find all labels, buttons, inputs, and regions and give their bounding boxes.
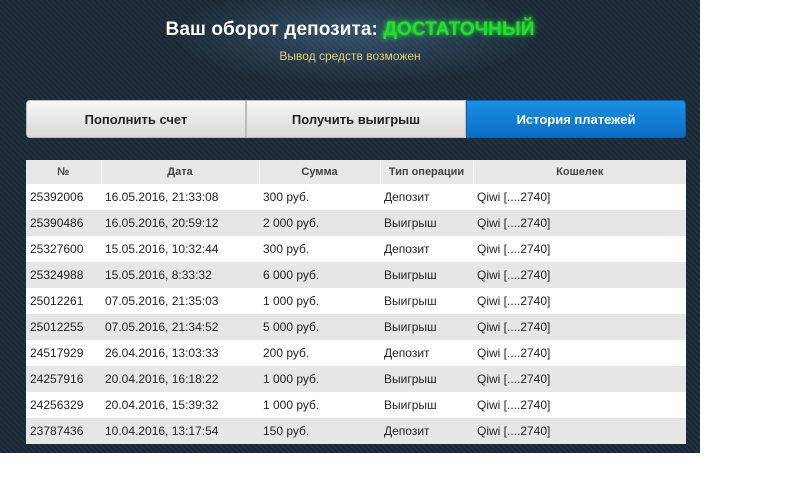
cell-number: 25327600: [26, 236, 101, 262]
table-row: 25324988 15.05.2016, 8:33:32 6 000 руб. Выи…: [26, 262, 686, 288]
tab-deposit[interactable]: Пополнить счет: [26, 100, 246, 138]
cell-date: 10.04.2016, 13:17:54: [101, 418, 259, 444]
column-header-date: Дата: [100, 160, 259, 184]
cell-operation-type: Депозит: [380, 418, 473, 444]
cell-wallet: Qiwi [....2740]: [473, 392, 686, 418]
cell-date: 20.04.2016, 16:18:22: [101, 366, 259, 392]
cell-wallet: Qiwi [....2740]: [473, 288, 686, 314]
cell-operation-type: Выигрыш: [380, 392, 473, 418]
cell-date: 16.05.2016, 20:59:12: [101, 210, 259, 236]
cell-amount: 5 000 руб.: [259, 314, 380, 340]
column-header-amount: Сумма: [258, 160, 380, 184]
cell-operation-type: Выигрыш: [380, 288, 473, 314]
cell-number: 24256329: [26, 392, 101, 418]
payment-history-table: № Дата Сумма Тип операции Кошелек 253920…: [26, 160, 686, 444]
cell-number: 25012261: [26, 288, 101, 314]
cell-amount: 300 руб.: [259, 184, 380, 210]
cell-wallet: Qiwi [....2740]: [473, 210, 686, 236]
cell-number: 25324988: [26, 262, 101, 288]
payment-history-panel: Ваш оборот депозита: ДОСТАТОЧНЫЙ Вывод с…: [0, 0, 700, 453]
cell-date: 26.04.2016, 13:03:33: [101, 340, 259, 366]
cell-amount: 2 000 руб.: [259, 210, 380, 236]
tab-payment-history[interactable]: История платежей: [466, 100, 686, 138]
cell-number: 24517929: [26, 340, 101, 366]
title-text: Ваш оборот депозита:: [165, 19, 378, 40]
payment-history-table-wrap: № Дата Сумма Тип операции Кошелек 253920…: [26, 160, 686, 444]
column-header-number: №: [26, 160, 101, 184]
table-header-row: № Дата Сумма Тип операции Кошелек: [26, 160, 686, 184]
cell-date: 20.04.2016, 15:39:32: [101, 392, 259, 418]
cell-number: 24257916: [26, 366, 101, 392]
withdrawal-status-subtitle: Вывод средств возможен: [279, 49, 421, 63]
table-body: 25392006 16.05.2016, 21:33:08 300 руб. Депо…: [26, 184, 686, 444]
deposit-turnover-header: Ваш оборот депозита: ДОСТАТОЧНЫЙ Вывод с…: [0, 0, 700, 75]
cell-wallet: Qiwi [....2740]: [473, 236, 686, 262]
cell-date: 15.05.2016, 8:33:32: [101, 262, 259, 288]
cell-operation-type: Выигрыш: [380, 262, 473, 288]
cell-operation-type: Депозит: [380, 184, 473, 210]
cell-amount: 6 000 руб.: [259, 262, 380, 288]
cell-amount: 200 руб.: [259, 340, 380, 366]
cell-amount: 1 000 руб.: [259, 392, 380, 418]
status-text: ДОСТАТОЧНЫЙ: [383, 19, 535, 40]
table-row: 24517929 26.04.2016, 13:03:33 200 руб. Депо…: [26, 340, 686, 366]
cell-amount: 150 руб.: [259, 418, 380, 444]
cell-wallet: Qiwi [....2740]: [473, 314, 686, 340]
page-title: Ваш оборот депозита: ДОСТАТОЧНЫЙ: [0, 19, 700, 41]
cell-wallet: Qiwi [....2740]: [473, 340, 686, 366]
cell-number: 25012255: [26, 314, 101, 340]
cell-amount: 1 000 руб.: [259, 288, 380, 314]
cell-wallet: Qiwi [....2740]: [473, 418, 686, 444]
table-row: 25390486 16.05.2016, 20:59:12 2 000 руб. Вы…: [26, 210, 686, 236]
cell-operation-type: Выигрыш: [380, 366, 473, 392]
cell-date: 15.05.2016, 10:32:44: [101, 236, 259, 262]
cell-number: 25390486: [26, 210, 101, 236]
table-row: 25392006 16.05.2016, 21:33:08 300 руб. Депо…: [26, 184, 686, 210]
cell-amount: 300 руб.: [259, 236, 380, 262]
tab-bar: Пополнить счет Получить выигрыш История …: [26, 100, 686, 138]
table-row: 24257916 20.04.2016, 16:18:22 1 000 руб. Вы…: [26, 366, 686, 392]
cell-number: 25392006: [26, 184, 101, 210]
tab-withdraw[interactable]: Получить выигрыш: [246, 100, 466, 138]
table-row: 25012261 07.05.2016, 21:35:03 1 000 руб. Вы…: [26, 288, 686, 314]
cell-operation-type: Выигрыш: [380, 314, 473, 340]
table-row: 24256329 20.04.2016, 15:39:32 1 000 руб. Вы…: [26, 392, 686, 418]
table-row: 25012255 07.05.2016, 21:34:52 5 000 руб. Вы…: [26, 314, 686, 340]
cell-operation-type: Депозит: [380, 340, 473, 366]
cell-date: 16.05.2016, 21:33:08: [101, 184, 259, 210]
column-header-operation-type: Тип операции: [379, 160, 473, 184]
table-row: 23787436 10.04.2016, 13:17:54 150 руб. Депо…: [26, 418, 686, 444]
cell-operation-type: Выигрыш: [380, 210, 473, 236]
cell-wallet: Qiwi [....2740]: [473, 184, 686, 210]
cell-number: 23787436: [26, 418, 101, 444]
cell-wallet: Qiwi [....2740]: [473, 262, 686, 288]
cell-date: 07.05.2016, 21:34:52: [101, 314, 259, 340]
cell-wallet: Qiwi [....2740]: [473, 366, 686, 392]
cell-operation-type: Депозит: [380, 236, 473, 262]
table-row: 25327600 15.05.2016, 10:32:44 300 руб. Депо…: [26, 236, 686, 262]
column-header-wallet: Кошелек: [472, 160, 686, 184]
cell-amount: 1 000 руб.: [259, 366, 380, 392]
cell-date: 07.05.2016, 21:35:03: [101, 288, 259, 314]
